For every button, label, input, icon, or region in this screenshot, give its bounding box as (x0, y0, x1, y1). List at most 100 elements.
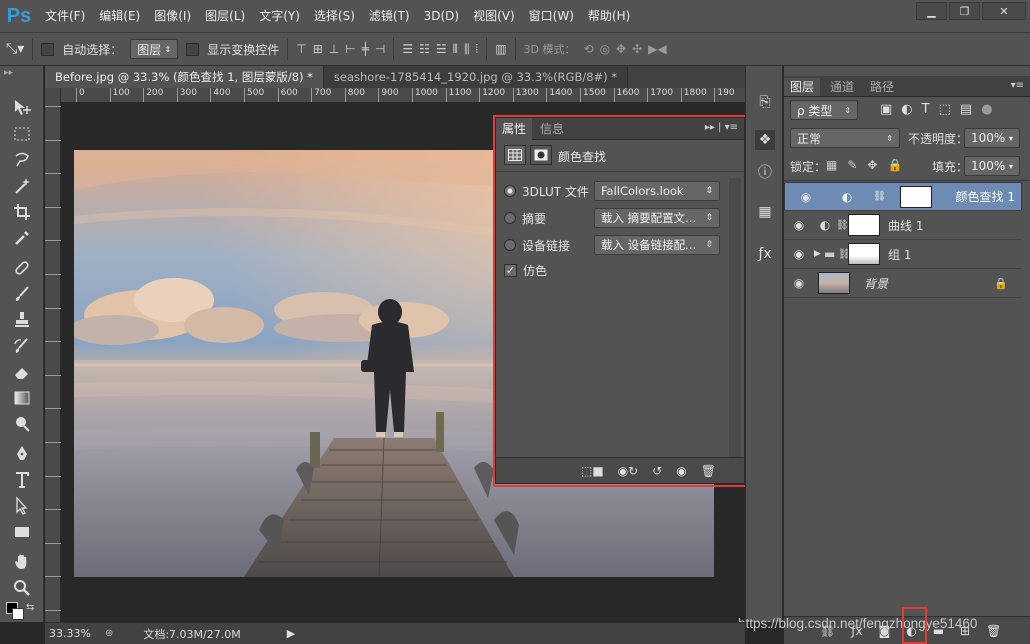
blend-mode-dropdown[interactable]: 正常 ⇕ (790, 128, 900, 148)
mask-icon[interactable] (530, 145, 552, 165)
path-selection-icon[interactable] (8, 494, 36, 518)
info-icon[interactable]: ⓘ (755, 162, 775, 182)
3d-slide-icon[interactable]: ✣ (632, 42, 642, 56)
3d-pan-icon[interactable]: ✥ (616, 42, 626, 56)
history-icon[interactable]: ⎘ (755, 92, 775, 112)
maximize-button[interactable]: ❐ (949, 2, 980, 20)
layer-mask-thumbnail[interactable] (848, 214, 880, 236)
filter-type-icon[interactable]: T (922, 102, 930, 117)
layer-row-background[interactable]: ◉ 背景 🔒 (784, 269, 1022, 298)
layer-row-group[interactable]: ◉ ▶ ▬ ⛓ 组 1 (784, 240, 1022, 269)
filter-shape-icon[interactable]: ⬚ (939, 102, 951, 117)
color-swatches[interactable]: ⇆ (6, 602, 38, 622)
move-tool-icon[interactable] (8, 96, 36, 120)
zoom-level[interactable]: 33.33% (49, 627, 91, 640)
distribute-hcenter-icon[interactable]: ⫼ (464, 42, 470, 57)
delete-layer-icon[interactable]: 🗑 (986, 624, 1001, 638)
hand-tool-icon[interactable] (8, 550, 36, 574)
lock-transparent-icon[interactable]: ▦ (826, 158, 837, 172)
align-left-icon[interactable]: ⊢ (345, 42, 355, 56)
tab-info[interactable]: 信息 (534, 118, 570, 140)
distribute-bottom-icon[interactable]: ☱ (436, 42, 447, 57)
lasso-tool-icon[interactable] (8, 148, 36, 172)
group-mask-thumbnail[interactable] (848, 243, 880, 265)
pen-tool-icon[interactable] (8, 442, 36, 466)
view-previous-icon[interactable]: ◉↻ (618, 464, 639, 478)
auto-select-dropdown[interactable]: 图层 ⇕ (130, 39, 179, 59)
menu-edit[interactable]: 编辑(E) (92, 0, 147, 32)
marquee-tool-icon[interactable] (8, 122, 36, 146)
visibility-eye-icon[interactable]: ◉ (784, 276, 814, 290)
menu-help[interactable]: 帮助(H) (581, 0, 637, 32)
link-icon[interactable]: ⛓ (838, 249, 851, 260)
row-3dlut[interactable]: 3DLUT 文件 (504, 180, 589, 202)
eraser-icon[interactable] (8, 360, 36, 384)
crop-tool-icon[interactable] (8, 200, 36, 224)
select-3dlut[interactable]: FallColors.look ⇕ (594, 181, 720, 201)
layers-menu-icon[interactable]: ▾≡ (1011, 80, 1024, 91)
menu-image[interactable]: 图像(I) (147, 0, 198, 32)
menu-view[interactable]: 视图(V) (466, 0, 522, 32)
tab-properties[interactable]: 属性 (496, 118, 533, 140)
adjustments-grid-icon[interactable]: ▦ (755, 202, 775, 222)
row-device-link[interactable]: 设备链接 (504, 234, 570, 256)
close-button[interactable]: ✕ (982, 2, 1026, 20)
select-device-link[interactable]: 载入 设备链接配... ⇕ (594, 235, 720, 255)
lock-position-icon[interactable]: ✥ (867, 158, 877, 172)
styles-fx-icon[interactable]: ƒx (755, 244, 775, 264)
layer-mask-thumbnail[interactable] (900, 185, 933, 208)
align-bottom-icon[interactable]: ⊥ (329, 42, 339, 56)
stamp-tool-icon[interactable] (8, 308, 36, 332)
tab-before[interactable]: Before.jpg @ 33.3% (颜色查找 1, 图层蒙版/8) * (45, 66, 324, 88)
status-menu-arrow-icon[interactable]: ▶ (287, 627, 295, 640)
tab-layers[interactable]: 图层 (784, 78, 821, 96)
collapse-icon[interactable]: ▸▸ (4, 68, 13, 78)
visibility-eye-icon[interactable]: ◉ (784, 247, 814, 261)
menu-select[interactable]: 选择(S) (307, 0, 362, 32)
lock-all-icon[interactable]: 🔒 (887, 158, 902, 172)
show-transform-checkbox[interactable] (186, 42, 200, 56)
visibility-eye-icon[interactable]: ◉ (676, 464, 686, 478)
distribute-right-icon[interactable]: ⦙ (475, 42, 478, 57)
distribute-top-icon[interactable]: ☰ (402, 42, 413, 57)
filter-pixel-icon[interactable]: ▣ (880, 102, 892, 117)
auto-align-icon[interactable]: ▥ (495, 42, 506, 56)
align-right-icon[interactable]: ⊣ (375, 42, 385, 56)
adjustment-grid-icon[interactable] (504, 145, 526, 165)
rectangle-tool-icon[interactable] (8, 520, 36, 544)
layer-row-color-lookup[interactable]: ◉ ◐ ⛓ 颜色查找 1 (784, 182, 1022, 211)
tab-channels[interactable]: 通道 (824, 78, 860, 96)
history-brush-icon[interactable] (8, 334, 36, 358)
move-tool-icon[interactable]: ⤡▾ (6, 41, 24, 57)
gradient-tool-icon[interactable] (8, 386, 36, 410)
menu-window[interactable]: 窗口(W) (522, 0, 581, 32)
3d-scale-icon[interactable]: ▶◀ (648, 42, 666, 56)
layer-name[interactable]: 组 1 (888, 246, 911, 263)
magic-wand-icon[interactable] (8, 174, 36, 198)
auto-select-checkbox[interactable] (41, 42, 55, 56)
3d-roll-icon[interactable]: ◎ (600, 42, 610, 56)
menu-layer[interactable]: 图层(L) (198, 0, 252, 32)
radio-3dlut[interactable] (504, 185, 516, 197)
align-vcenter-icon[interactable]: ⊞ (313, 42, 323, 56)
tab-paths[interactable]: 路径 (864, 78, 900, 96)
trash-icon[interactable]: 🗑 (701, 464, 716, 478)
brush-tool-icon[interactable] (8, 282, 36, 306)
dither-checkbox[interactable]: ✓ (504, 263, 517, 277)
visibility-eye-icon[interactable]: ◉ (784, 218, 814, 232)
menu-file[interactable]: 文件(F) (38, 0, 92, 32)
link-icon[interactable]: ⛓ (836, 220, 849, 231)
fill-field[interactable]: 100% ▾ (964, 156, 1020, 176)
radio-device-link[interactable] (504, 239, 516, 251)
layer-thumbnail[interactable] (818, 272, 850, 294)
layer-row-curves[interactable]: ◉ ◐ ⛓ 曲线 1 (784, 211, 1022, 240)
lock-paint-icon[interactable]: ✎ (847, 158, 857, 172)
row-abstract[interactable]: 摘要 (504, 207, 546, 229)
tab-seashore[interactable]: seashore-1785414_1920.jpg @ 33.3%(RGB/8#… (323, 66, 629, 88)
swap-colors-icon[interactable]: ⇆ (26, 602, 34, 613)
minimize-button[interactable]: ▁ (916, 2, 947, 20)
align-top-icon[interactable]: ⊤ (296, 42, 306, 56)
menu-filter[interactable]: 滤镜(T) (362, 0, 417, 32)
clip-to-layer-icon[interactable]: ⬚■ (581, 464, 604, 478)
eyedropper-icon[interactable] (8, 226, 36, 250)
